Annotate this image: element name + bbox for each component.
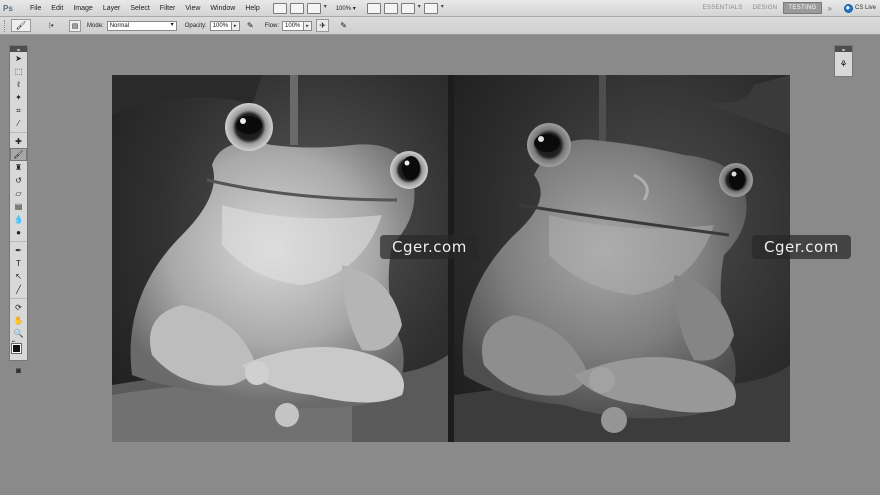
- tools-divider: [10, 130, 27, 133]
- move-tool-icon[interactable]: ➤: [10, 52, 27, 65]
- mode-label: Mode:: [87, 22, 104, 29]
- eyedropper-tool-icon[interactable]: ⁄: [10, 117, 27, 130]
- brush-tool-icon[interactable]: 🖌: [10, 148, 27, 161]
- menu-edit[interactable]: Edit: [46, 5, 68, 12]
- pressure-opacity-icon[interactable]: ✎: [244, 19, 257, 32]
- menu-window[interactable]: Window: [205, 5, 240, 12]
- collapsed-panel-dock: ◂▸ ⚘: [834, 45, 853, 77]
- menu-select[interactable]: Select: [125, 5, 154, 12]
- lasso-tool-icon[interactable]: ℓ: [10, 78, 27, 91]
- flow-field[interactable]: 100%: [282, 20, 305, 31]
- workspace-switcher: ESSENTIALS DESIGN TESTING » CS Live: [699, 2, 876, 14]
- history-brush-tool-icon[interactable]: ↺: [10, 174, 27, 187]
- flow-label: Flow:: [264, 22, 280, 29]
- dodge-tool-icon[interactable]: ●: [10, 226, 27, 239]
- tool-preset-picker[interactable]: 🖌: [11, 19, 31, 32]
- pen-tool-icon[interactable]: ✒: [10, 244, 27, 257]
- type-tool-icon[interactable]: T: [10, 257, 27, 270]
- frog-painting: [454, 75, 790, 442]
- hand-tool-icon[interactable]: [366, 2, 381, 14]
- brush-preset-picker[interactable]: ⁝ ▾: [39, 19, 63, 33]
- zoom-level[interactable]: 100%: [336, 5, 356, 12]
- more-workspaces-icon[interactable]: »: [828, 4, 832, 13]
- healing-brush-tool-icon[interactable]: ✚: [10, 135, 27, 148]
- photoshop-logo[interactable]: Ps: [3, 2, 23, 15]
- cs-live-icon: [843, 3, 853, 13]
- tools-divider: [10, 239, 27, 242]
- brush-tool-icon: 🖌: [15, 21, 27, 30]
- menu-image[interactable]: Image: [68, 5, 97, 12]
- document-canvas[interactable]: Cger.com Cger.com: [112, 75, 851, 442]
- quick-selection-tool-icon[interactable]: ✦: [10, 91, 27, 104]
- options-bar: 🖌 ⁝▾ ▤ Mode: Normal Opacity: 100% ▸ ✎ Fl…: [0, 17, 880, 35]
- hand-tool-icon[interactable]: ✋: [10, 314, 27, 327]
- gradient-tool-icon[interactable]: ▤: [10, 200, 27, 213]
- menu-filter[interactable]: Filter: [155, 5, 181, 12]
- watermark: Cger.com: [752, 235, 851, 259]
- menu-layer[interactable]: Layer: [98, 5, 126, 12]
- zoom-tool-icon[interactable]: [383, 2, 398, 14]
- launch-mini-bridge-icon[interactable]: [289, 2, 304, 14]
- quick-mask-icon[interactable]: ◙: [10, 364, 27, 377]
- shape-tool-icon[interactable]: ╱: [10, 283, 27, 296]
- clone-stamp-tool-icon[interactable]: ♜: [10, 161, 27, 174]
- tools-divider: [10, 296, 27, 299]
- crop-tool-icon[interactable]: ⌗: [10, 104, 27, 117]
- color-swatches: ▪▫: [10, 339, 27, 364]
- tools-panel: ◂▸ ➤ ⬚ ℓ ✦ ⌗ ⁄ ✚ 🖌 ♜ ↺ ▱ ▤ 💧 ● ✒ T ↖ ╱ ⟳…: [9, 45, 28, 375]
- menu-bar: Ps File Edit Image Layer Select Filter V…: [0, 0, 880, 17]
- eraser-tool-icon[interactable]: ▱: [10, 187, 27, 200]
- opacity-slider-toggle[interactable]: ▸: [231, 20, 240, 31]
- marquee-tool-icon[interactable]: ⬚: [10, 65, 27, 78]
- workspace-testing[interactable]: TESTING: [783, 2, 822, 14]
- options-bar-grip[interactable]: [4, 19, 7, 32]
- foreground-color-swatch[interactable]: [11, 343, 22, 354]
- menu-view[interactable]: View: [180, 5, 205, 12]
- pressure-size-icon[interactable]: ✎: [337, 19, 350, 32]
- main-menu: File Edit Image Layer Select Filter View…: [25, 5, 265, 12]
- brush-panel-icon: ▤: [71, 22, 79, 30]
- opacity-label: Opacity:: [184, 22, 207, 29]
- cs-live-button[interactable]: CS Live: [843, 3, 876, 13]
- menu-file[interactable]: File: [25, 5, 46, 12]
- arrange-documents-icon[interactable]: [400, 2, 421, 14]
- brush-presets-panel-icon[interactable]: ⚘: [835, 52, 852, 76]
- 3d-rotate-tool-icon[interactable]: ⟳: [10, 301, 27, 314]
- chevron-down-icon: ▾: [51, 22, 54, 29]
- blur-tool-icon[interactable]: 💧: [10, 213, 27, 226]
- launch-bridge-icon[interactable]: [272, 2, 287, 14]
- watermark: Cger.com: [380, 235, 479, 259]
- screen-mode-icon[interactable]: [423, 2, 444, 14]
- opacity-field[interactable]: 100%: [209, 20, 232, 31]
- application-bar: 100%: [272, 2, 444, 14]
- cs-live-label: CS Live: [854, 5, 876, 11]
- workspace-essentials[interactable]: ESSENTIALS: [699, 3, 747, 13]
- toggle-brush-panel-button[interactable]: ▤: [69, 19, 81, 32]
- menu-help[interactable]: Help: [240, 5, 264, 12]
- view-extras-icon[interactable]: [306, 2, 327, 14]
- workspace-design[interactable]: DESIGN: [749, 3, 782, 13]
- flow-slider-toggle[interactable]: ▸: [304, 20, 313, 31]
- path-selection-tool-icon[interactable]: ↖: [10, 270, 27, 283]
- frog-painting-illustration: [454, 75, 790, 442]
- mode-select[interactable]: Normal: [106, 20, 177, 31]
- airbrush-icon[interactable]: ✈: [316, 19, 330, 32]
